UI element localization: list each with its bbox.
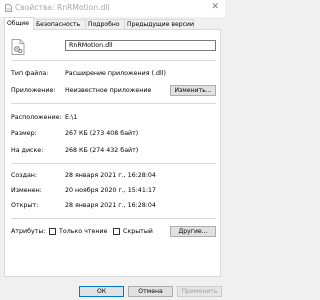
created-value: 28 января 2021 г., 16:28:04: [65, 172, 156, 179]
divider: [11, 60, 216, 61]
title-bar: Свойства: RnRMotion.dll ✕: [0, 0, 225, 17]
change-button[interactable]: Изменить...: [170, 85, 216, 96]
tab-general[interactable]: Общие: [4, 17, 34, 30]
readonly-label: Только чтение: [59, 228, 108, 235]
file-type-value: Расширение приложения (.dll): [65, 70, 166, 77]
modified-label: Изменен:: [11, 187, 42, 194]
tab-security[interactable]: Безопасность: [33, 19, 86, 29]
ok-button[interactable]: ОК: [79, 286, 124, 297]
apply-button[interactable]: Применить: [177, 286, 222, 297]
size-value: 267 КБ (273 408 байт): [65, 130, 139, 137]
accessed-value: 28 января 2021 г., 16:28:04: [65, 202, 156, 209]
hidden-checkbox[interactable]: [113, 228, 120, 235]
file-icon: [5, 4, 12, 12]
window-title: Свойства: RnRMotion.dll: [15, 3, 110, 12]
tab-strip: Общие Безопасность Подробно Предыдущие в…: [4, 17, 222, 30]
close-icon[interactable]: ✕: [211, 2, 219, 12]
created-label: Создан:: [11, 172, 38, 179]
cancel-button[interactable]: Отмена: [128, 286, 173, 297]
dll-file-icon: [11, 39, 25, 55]
advanced-button[interactable]: Другие...: [170, 226, 216, 237]
modified-value: 20 ноября 2020 г., 15:41:17: [65, 187, 157, 194]
opens-with-value: Неизвестное приложение: [65, 87, 152, 94]
tab-previous-versions[interactable]: Предыдущие версии: [124, 19, 194, 29]
location-label: Расположение:: [11, 114, 62, 121]
readonly-checkbox[interactable]: [49, 228, 56, 235]
hidden-label: Скрытый: [123, 228, 153, 235]
size-on-disk-label: На диске:: [11, 147, 44, 154]
divider: [11, 218, 216, 219]
file-name-field[interactable]: RnRMotion.dll: [65, 40, 216, 51]
location-value: E:\1: [65, 114, 78, 121]
general-panel: RnRMotion.dll Тип файла: Расширение прил…: [4, 29, 221, 277]
tab-details[interactable]: Подробно: [85, 19, 125, 29]
file-type-label: Тип файла:: [11, 70, 49, 77]
divider: [11, 163, 216, 164]
divider: [11, 103, 216, 104]
attributes-label: Атрибуты:: [11, 228, 46, 235]
opens-with-label: Приложение:: [11, 87, 56, 94]
accessed-label: Открыт:: [11, 202, 39, 209]
size-label: Размер:: [11, 130, 37, 137]
size-on-disk-value: 268 КБ (274 432 байт): [65, 147, 139, 154]
